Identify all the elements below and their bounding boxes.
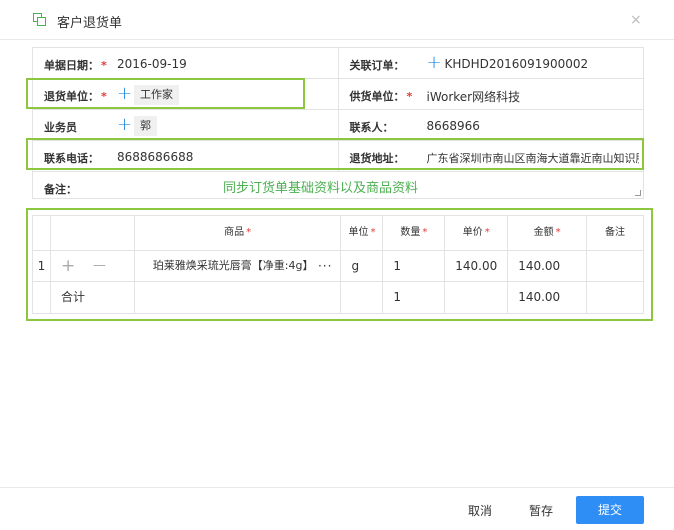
supplier-value[interactable]: iWorker网络科技 bbox=[427, 88, 521, 105]
total-amount: 140.00 bbox=[508, 282, 588, 313]
product-header: 商品 * bbox=[135, 216, 342, 250]
product-cell[interactable]: 珀莱雅焕采琉光唇膏【净重:4g】 ··· bbox=[135, 251, 342, 281]
contact-value[interactable]: 8668966 bbox=[427, 119, 480, 133]
required-mark: * bbox=[101, 59, 107, 72]
required-mark: * bbox=[370, 227, 376, 238]
add-row-icon[interactable]: + bbox=[61, 251, 75, 281]
row-index: 1 bbox=[33, 251, 51, 281]
add-order-icon[interactable]: + bbox=[427, 52, 442, 74]
required-mark: * bbox=[484, 227, 490, 238]
index-header bbox=[33, 216, 51, 250]
dialog-footer: 取消 暂存 提交 bbox=[0, 487, 674, 530]
price-cell[interactable]: 140.00 bbox=[445, 251, 509, 281]
form-row: 单据日期： * 2016-09-19 关联订单： + KHDHD201609190… bbox=[33, 48, 644, 79]
close-icon[interactable]: × bbox=[630, 12, 642, 28]
total-index bbox=[33, 282, 51, 313]
qty-header: 数量 * bbox=[383, 216, 446, 250]
price-header: 单价 * bbox=[445, 216, 509, 250]
cancel-button[interactable]: 取消 bbox=[468, 502, 492, 519]
supplier-field: 供货单位： * iWorker网络科技 bbox=[339, 79, 644, 109]
order-header-form: 单据日期： * 2016-09-19 关联订单： + KHDHD201609190… bbox=[32, 47, 644, 199]
unit-cell[interactable]: g bbox=[341, 251, 384, 281]
required-mark: * bbox=[555, 227, 561, 238]
total-label: 合计 bbox=[51, 282, 135, 313]
dialog-titlebar: 客户退货单 × bbox=[0, 0, 674, 40]
salesman-field: 业务员 + 郭 bbox=[33, 110, 339, 140]
total-unit bbox=[341, 282, 384, 313]
remark-label: 备注： bbox=[44, 183, 77, 196]
annotation-text: 同步订货单基础资料以及商品资料 bbox=[223, 181, 419, 196]
contact-label: 联系人： bbox=[349, 121, 394, 134]
action-header bbox=[51, 216, 135, 250]
unit-header: 单位 * bbox=[341, 216, 384, 250]
related-order-value[interactable]: KHDHD2016091900002 bbox=[445, 57, 589, 71]
highlight-box bbox=[26, 78, 305, 109]
amount-cell[interactable]: 140.00 bbox=[508, 251, 588, 281]
form-row: 业务员 + 郭 联系人： 8668966 bbox=[33, 110, 644, 141]
date-field: 单据日期： * 2016-09-19 bbox=[33, 48, 339, 78]
total-qty: 1 bbox=[383, 282, 446, 313]
highlight-box bbox=[26, 138, 644, 170]
total-row: 合计 1 140.00 bbox=[33, 282, 644, 314]
contact-field: 联系人： 8668966 bbox=[339, 110, 644, 140]
amount-header: 金额 * bbox=[508, 216, 588, 250]
product-table: 商品 * 单位 * 数量 * 单价 * 金额 * 备注 1 + — 珀莱雅焕采琉光唇膏【净… bbox=[32, 215, 644, 314]
save-draft-button[interactable]: 暂存 bbox=[529, 502, 553, 519]
required-mark: * bbox=[246, 227, 252, 238]
table-header: 商品 * 单位 * 数量 * 单价 * 金额 * 备注 bbox=[33, 216, 644, 251]
table-row: 1 + — 珀莱雅焕采琉光唇膏【净重:4g】 ··· g 1 140.00 14… bbox=[33, 251, 644, 282]
related-order-field: 关联订单： + KHDHD2016091900002 bbox=[339, 48, 644, 78]
salesman-chip[interactable]: 郭 bbox=[134, 116, 157, 136]
remark-cell[interactable] bbox=[587, 251, 644, 281]
date-label: 单据日期： * bbox=[44, 59, 107, 72]
date-value[interactable]: 2016-09-19 bbox=[117, 57, 187, 71]
supplier-label: 供货单位： * bbox=[349, 90, 413, 103]
product-name: 珀莱雅焕采琉光唇膏【净重:4g】 bbox=[152, 259, 314, 272]
add-salesman-icon[interactable]: + bbox=[117, 114, 132, 136]
remark-header: 备注 bbox=[587, 216, 644, 250]
more-icon[interactable]: ··· bbox=[318, 251, 332, 281]
related-order-label: 关联订单： bbox=[349, 59, 405, 72]
total-price bbox=[445, 282, 509, 313]
qty-cell[interactable]: 1 bbox=[383, 251, 446, 281]
row-actions: + — bbox=[51, 251, 135, 281]
document-copy-icon bbox=[33, 13, 47, 27]
remark-field[interactable]: 备注： 同步订货单基础资料以及商品资料 bbox=[33, 172, 644, 199]
resize-grip-icon[interactable] bbox=[635, 190, 641, 196]
required-mark: * bbox=[406, 90, 413, 103]
required-mark: * bbox=[422, 227, 428, 238]
total-product bbox=[135, 282, 342, 313]
salesman-label: 业务员 bbox=[44, 121, 77, 134]
total-remark bbox=[587, 282, 644, 313]
remove-row-icon[interactable]: — bbox=[93, 251, 106, 281]
submit-button[interactable]: 提交 bbox=[576, 496, 644, 524]
dialog-title: 客户退货单 bbox=[57, 16, 123, 31]
